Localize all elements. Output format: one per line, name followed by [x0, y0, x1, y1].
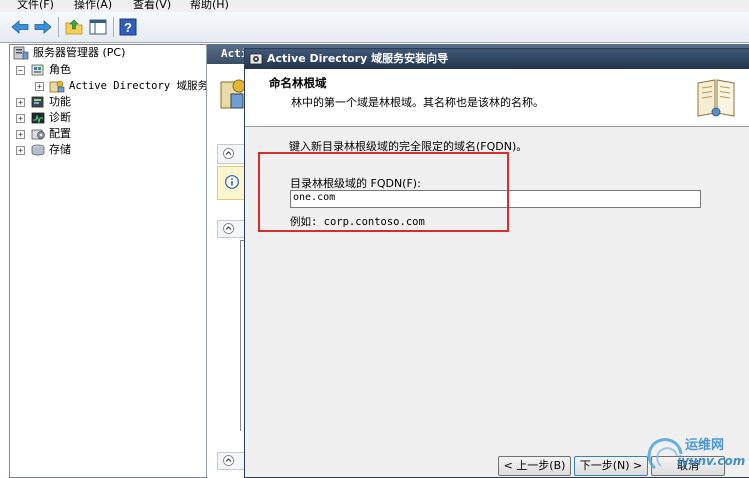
tree-label-storage: 存储 — [49, 143, 71, 156]
wizard-header-banner: 命名林根域 林中的第一个域是林根域。其名称也是该林的名称。 — [245, 69, 749, 127]
section-collapse-bar[interactable] — [217, 144, 247, 164]
menu-bar: 文件(F) 操作(A) 查看(V) 帮助(H) — [0, 0, 749, 12]
configuration-icon — [31, 129, 45, 140]
toolbar-separator — [58, 17, 59, 37]
features-icon — [31, 96, 44, 108]
tree-item-configuration[interactable]: + 配置 — [13, 126, 203, 142]
tree-item-ad-ds[interactable]: + Active Directory 域服务 — [13, 78, 206, 94]
help-icon[interactable]: ? — [118, 17, 138, 37]
roles-icon — [31, 64, 44, 76]
expand-toggle[interactable]: + — [16, 114, 25, 123]
forward-arrow-icon[interactable] — [33, 17, 53, 37]
storage-icon — [31, 144, 45, 156]
ad-ds-install-wizard: Active Directory 域服务安装向导 命名林根域 林中的第一个域是林… — [244, 48, 749, 478]
watermark-name: 运维网 — [685, 438, 725, 453]
toolbar: ? — [0, 12, 749, 43]
menu-action[interactable]: 操作(A) — [74, 0, 112, 12]
menu-help[interactable]: 帮助(H) — [190, 0, 229, 12]
up-folder-icon[interactable] — [64, 17, 84, 37]
tree-item-roles[interactable]: − 角色 — [13, 62, 203, 78]
fqdn-label: 目录林根级域的 FQDN(F): — [290, 177, 421, 190]
console-tree: 服务器管理器 (PC) − 角色 + Active Directory 域服务 … — [9, 44, 207, 478]
page-heading: 命名林根域 — [269, 76, 327, 90]
expand-toggle[interactable]: + — [16, 98, 25, 107]
dialog-title-bar[interactable]: Active Directory 域服务安装向导 — [245, 49, 749, 69]
menu-file[interactable]: 文件(F) — [17, 0, 54, 12]
back-arrow-icon[interactable] — [10, 17, 30, 37]
next-button[interactable]: 下一步(N) > — [574, 456, 648, 476]
collapse-chevron-icon — [223, 223, 234, 234]
expand-toggle[interactable]: + — [16, 130, 25, 139]
tree-label-features: 功能 — [49, 95, 71, 108]
collapse-chevron-icon — [223, 455, 234, 466]
svg-text:?: ? — [124, 20, 132, 35]
dialog-title: Active Directory 域服务安装向导 — [267, 52, 449, 65]
diagnostics-icon — [31, 112, 45, 124]
collapse-chevron-icon — [223, 148, 234, 159]
back-button[interactable]: < 上一步(B) — [498, 456, 571, 476]
tree-label-configuration: 配置 — [49, 127, 71, 140]
watermark-swirl-icon — [647, 438, 683, 470]
watermark-url: iyunv.com — [677, 454, 746, 468]
instruction-text: 键入新目录林根级域的完全限定的域名(FQDN)。 — [289, 140, 528, 153]
tree-item-storage[interactable]: + 存储 — [13, 142, 203, 158]
expand-toggle[interactable]: + — [16, 146, 25, 155]
collapse-toggle[interactable]: − — [16, 66, 25, 75]
tree-item-server-manager[interactable]: 服务器管理器 (PC) — [13, 45, 203, 61]
tree-label-diagnostics: 诊断 — [49, 111, 71, 124]
section-collapse-bar[interactable] — [217, 452, 247, 470]
tree-label-roles: 角色 — [49, 63, 71, 76]
fqdn-input[interactable]: one.com — [290, 190, 701, 208]
info-icon — [225, 175, 239, 189]
wizard-app-icon — [249, 53, 263, 65]
expand-toggle[interactable]: + — [35, 82, 44, 91]
watermark-logo: 运维网 iyunv.com — [647, 428, 749, 476]
tree-label-ad-ds: Active Directory 域服务 — [69, 80, 207, 92]
menu-view[interactable]: 查看(V) — [133, 0, 171, 12]
book-icon — [697, 79, 735, 117]
example-text: 例如: corp.contoso.com — [290, 216, 425, 228]
page-subheading: 林中的第一个域是林根域。其名称也是该林的名称。 — [291, 96, 544, 109]
fqdn-input-value: one.com — [293, 192, 336, 203]
tree-item-diagnostics[interactable]: + 诊断 — [13, 110, 203, 126]
console-tree-icon[interactable] — [88, 17, 108, 37]
server-manager-icon — [13, 46, 29, 60]
info-bar — [217, 166, 247, 200]
toolbar-separator — [113, 17, 114, 37]
section-collapse-bar[interactable] — [217, 220, 247, 238]
tree-item-features[interactable]: + 功能 — [13, 94, 203, 110]
active-directory-icon — [49, 80, 65, 93]
ad-ds-role-icon — [220, 79, 246, 109]
wizard-content: 键入新目录林根级域的完全限定的域名(FQDN)。 目录林根级域的 FQDN(F)… — [245, 127, 749, 427]
tree-label-root: 服务器管理器 (PC) — [33, 46, 126, 59]
